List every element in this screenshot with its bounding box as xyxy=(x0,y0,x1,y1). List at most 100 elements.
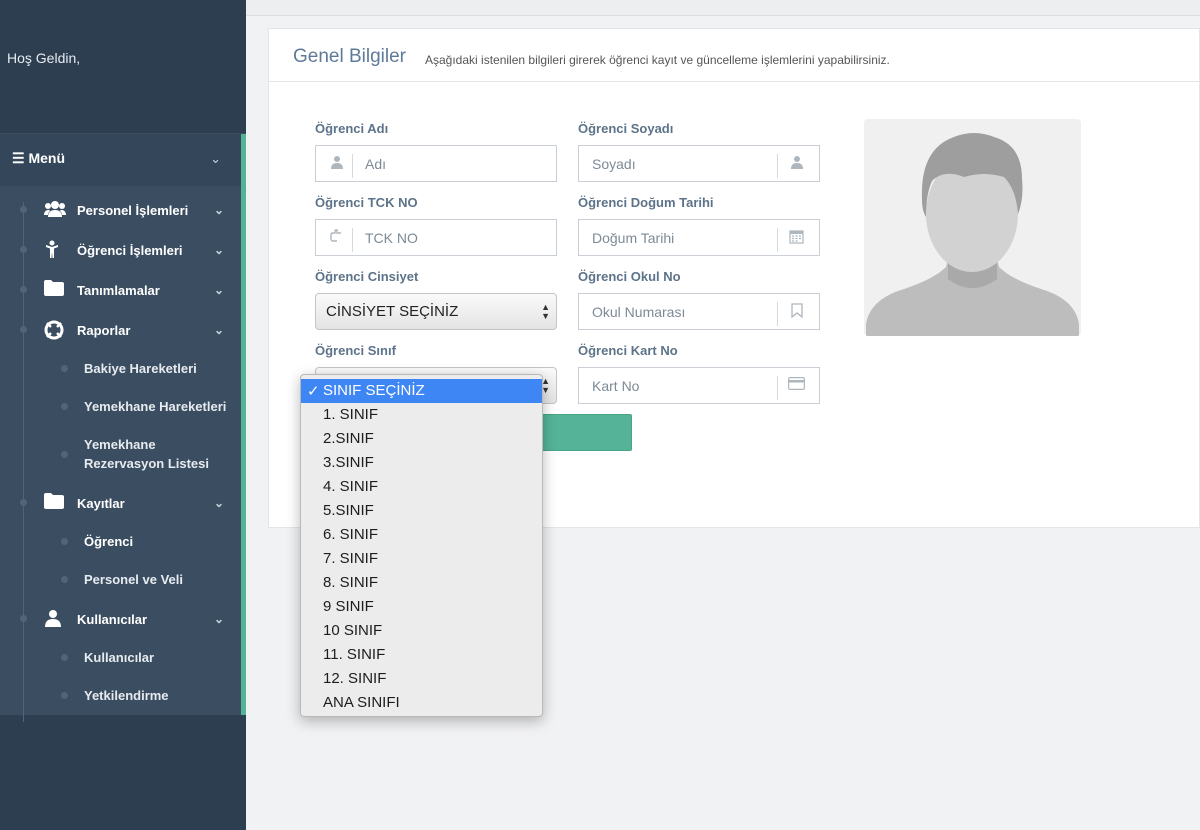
sidebar-item-ogrenci[interactable]: Öğrenci İşlemleri ⌄ xyxy=(0,232,241,268)
okulno-field[interactable]: Okul Numarası xyxy=(578,293,820,330)
dropdown-option[interactable]: 4. SINIF xyxy=(301,475,542,499)
sidebar-item-label: Kayıtlar xyxy=(77,496,125,511)
dropdown-option[interactable]: 6. SINIF xyxy=(301,523,542,547)
kart-field[interactable]: Kart No xyxy=(578,367,820,404)
input-separator xyxy=(777,302,778,326)
dropdown-option[interactable]: ✓ SINIF SEÇİNİZ xyxy=(301,379,542,403)
option-label: 2.SINIF xyxy=(323,430,374,447)
tree-dot xyxy=(61,576,68,583)
menu-panel: ☰ Menü ⌄ Personel İşlemleri ⌄ Öğrenci İş… xyxy=(0,134,246,722)
sidebar-item-kullanicilar[interactable]: Kullanıcılar ⌄ xyxy=(0,601,241,637)
page-subtitle: Aşağıdaki istenilen bilgileri girerek öğ… xyxy=(425,53,890,67)
dropdown-option[interactable]: 7. SINIF xyxy=(301,547,542,571)
tree-dot xyxy=(61,654,68,661)
hand-point-icon xyxy=(329,229,345,245)
student-photo-placeholder[interactable] xyxy=(864,119,1081,336)
tree-dot xyxy=(20,326,27,333)
sidebar-item-personel[interactable]: Personel İşlemleri ⌄ xyxy=(0,192,241,228)
top-bar xyxy=(246,0,1200,16)
sidebar-item-label: Kullanıcılar xyxy=(77,612,148,627)
calendar-icon xyxy=(789,229,805,245)
welcome-text: Hoş Geldin, xyxy=(7,50,81,66)
sub-item-yetkilendirme[interactable]: Yetkilendirme xyxy=(84,688,169,703)
select-arrows-icon: ▲ ▼ xyxy=(541,302,550,321)
option-label: SINIF SEÇİNİZ xyxy=(323,382,425,399)
dogum-label: Öğrenci Doğum Tarihi xyxy=(578,195,714,210)
cinsiyet-label: Öğrenci Cinsiyet xyxy=(315,269,419,284)
welcome-panel: Hoş Geldin, xyxy=(0,0,246,134)
chevron-down-icon: ⌄ xyxy=(210,151,221,166)
soyad-placeholder: Soyadı xyxy=(592,156,636,172)
save-button[interactable] xyxy=(540,414,632,451)
soyad-field[interactable]: Soyadı xyxy=(578,145,820,182)
option-label: 8. SINIF xyxy=(323,574,379,591)
dropdown-option[interactable]: 12. SINIF xyxy=(301,667,542,691)
sub-item-yemekhane-rezervasyon-line2[interactable]: Rezervasyon Listesi xyxy=(84,456,209,471)
dropdown-option[interactable]: 2.SINIF xyxy=(301,427,542,451)
dropdown-option[interactable]: 3.SINIF xyxy=(301,451,542,475)
option-label: 3.SINIF xyxy=(323,454,374,471)
folder-icon xyxy=(44,493,64,511)
tree-dot xyxy=(20,206,27,213)
sidebar-item-label: Personel İşlemleri xyxy=(77,203,189,218)
soyad-label: Öğrenci Soyadı xyxy=(578,121,674,136)
ad-placeholder: Adı xyxy=(365,156,387,172)
lifebuoy-icon xyxy=(44,320,64,340)
tree-dot xyxy=(61,403,68,410)
okulno-label: Öğrenci Okul No xyxy=(578,269,681,284)
sidebar-item-kayitlar[interactable]: Kayıtlar ⌄ xyxy=(0,485,241,521)
sidebar-item-tanimlamalar[interactable]: Tanımlamalar ⌄ xyxy=(0,272,241,308)
tree-dot xyxy=(61,451,68,458)
dropdown-option[interactable]: ANA SINIFI xyxy=(301,691,542,715)
sub-item-bakiye[interactable]: Bakiye Hareketleri xyxy=(84,361,197,376)
avatar-silhouette-icon xyxy=(866,133,1079,336)
card-header: Genel Bilgiler Aşağıdaki istenilen bilgi… xyxy=(269,29,1200,82)
input-separator xyxy=(777,228,778,252)
dropdown-option[interactable]: 9 SINIF xyxy=(301,595,542,619)
sinif-label: Öğrenci Sınıf xyxy=(315,343,396,358)
tck-label: Öğrenci TCK NO xyxy=(315,195,418,210)
ad-label: Öğrenci Adı xyxy=(315,121,389,136)
tck-placeholder: TCK NO xyxy=(365,230,418,246)
option-label: 1. SINIF xyxy=(323,406,379,423)
user-icon xyxy=(44,609,64,627)
option-label: ANA SINIFI xyxy=(323,694,400,711)
tree-dot xyxy=(20,246,27,253)
users-icon xyxy=(44,200,66,218)
sinif-dropdown-list: ✓ SINIF SEÇİNİZ 1. SINIF 2.SINIF 3.SINIF… xyxy=(300,374,543,717)
option-label: 6. SINIF xyxy=(323,526,379,543)
input-separator xyxy=(777,376,778,400)
sub-item-yemekhane-hareketleri[interactable]: Yemekhane Hareketleri xyxy=(84,399,226,414)
dogum-field[interactable]: Doğum Tarihi xyxy=(578,219,820,256)
dropdown-option[interactable]: 11. SINIF xyxy=(301,643,542,667)
dropdown-option[interactable]: 1. SINIF xyxy=(301,403,542,427)
ad-field[interactable]: Adı xyxy=(315,145,557,182)
cinsiyet-select[interactable]: CİNSİYET SEÇİNİZ ▲ ▼ xyxy=(315,293,557,330)
tree-dot xyxy=(20,286,27,293)
sub-item-personel-veli[interactable]: Personel ve Veli xyxy=(84,572,183,587)
chevron-down-icon: ⌄ xyxy=(213,243,224,257)
sub-item-ogrenci[interactable]: Öğrenci xyxy=(84,534,133,549)
credit-card-icon xyxy=(788,377,806,393)
sidebar-item-raporlar[interactable]: Raporlar ⌄ xyxy=(0,312,241,348)
sidebar: Hoş Geldin, ☰ Menü ⌄ Personel İşlemleri … xyxy=(0,0,246,830)
option-label: 7. SINIF xyxy=(323,550,379,567)
chevron-down-icon: ⌄ xyxy=(213,323,224,337)
menu-header[interactable]: ☰ Menü ⌄ xyxy=(0,134,241,186)
tree-dot xyxy=(20,499,27,506)
kart-label: Öğrenci Kart No xyxy=(578,343,678,358)
input-separator xyxy=(352,228,353,252)
chevron-down-icon: ⌄ xyxy=(213,283,224,297)
input-separator xyxy=(352,154,353,178)
dropdown-option[interactable]: 10 SINIF xyxy=(301,619,542,643)
tck-field[interactable]: TCK NO xyxy=(315,219,557,256)
tree-dot xyxy=(20,615,27,622)
tree-dot xyxy=(61,365,68,372)
user-icon xyxy=(330,155,346,171)
dropdown-option[interactable]: 8. SINIF xyxy=(301,571,542,595)
sub-item-yemekhane-rezervasyon[interactable]: Yemekhane xyxy=(84,437,156,452)
dropdown-option[interactable]: 5.SINIF xyxy=(301,499,542,523)
option-label: 10 SINIF xyxy=(323,622,383,639)
sub-item-kullanicilar[interactable]: Kullanıcılar xyxy=(84,650,154,665)
option-label: 11. SINIF xyxy=(323,646,386,663)
